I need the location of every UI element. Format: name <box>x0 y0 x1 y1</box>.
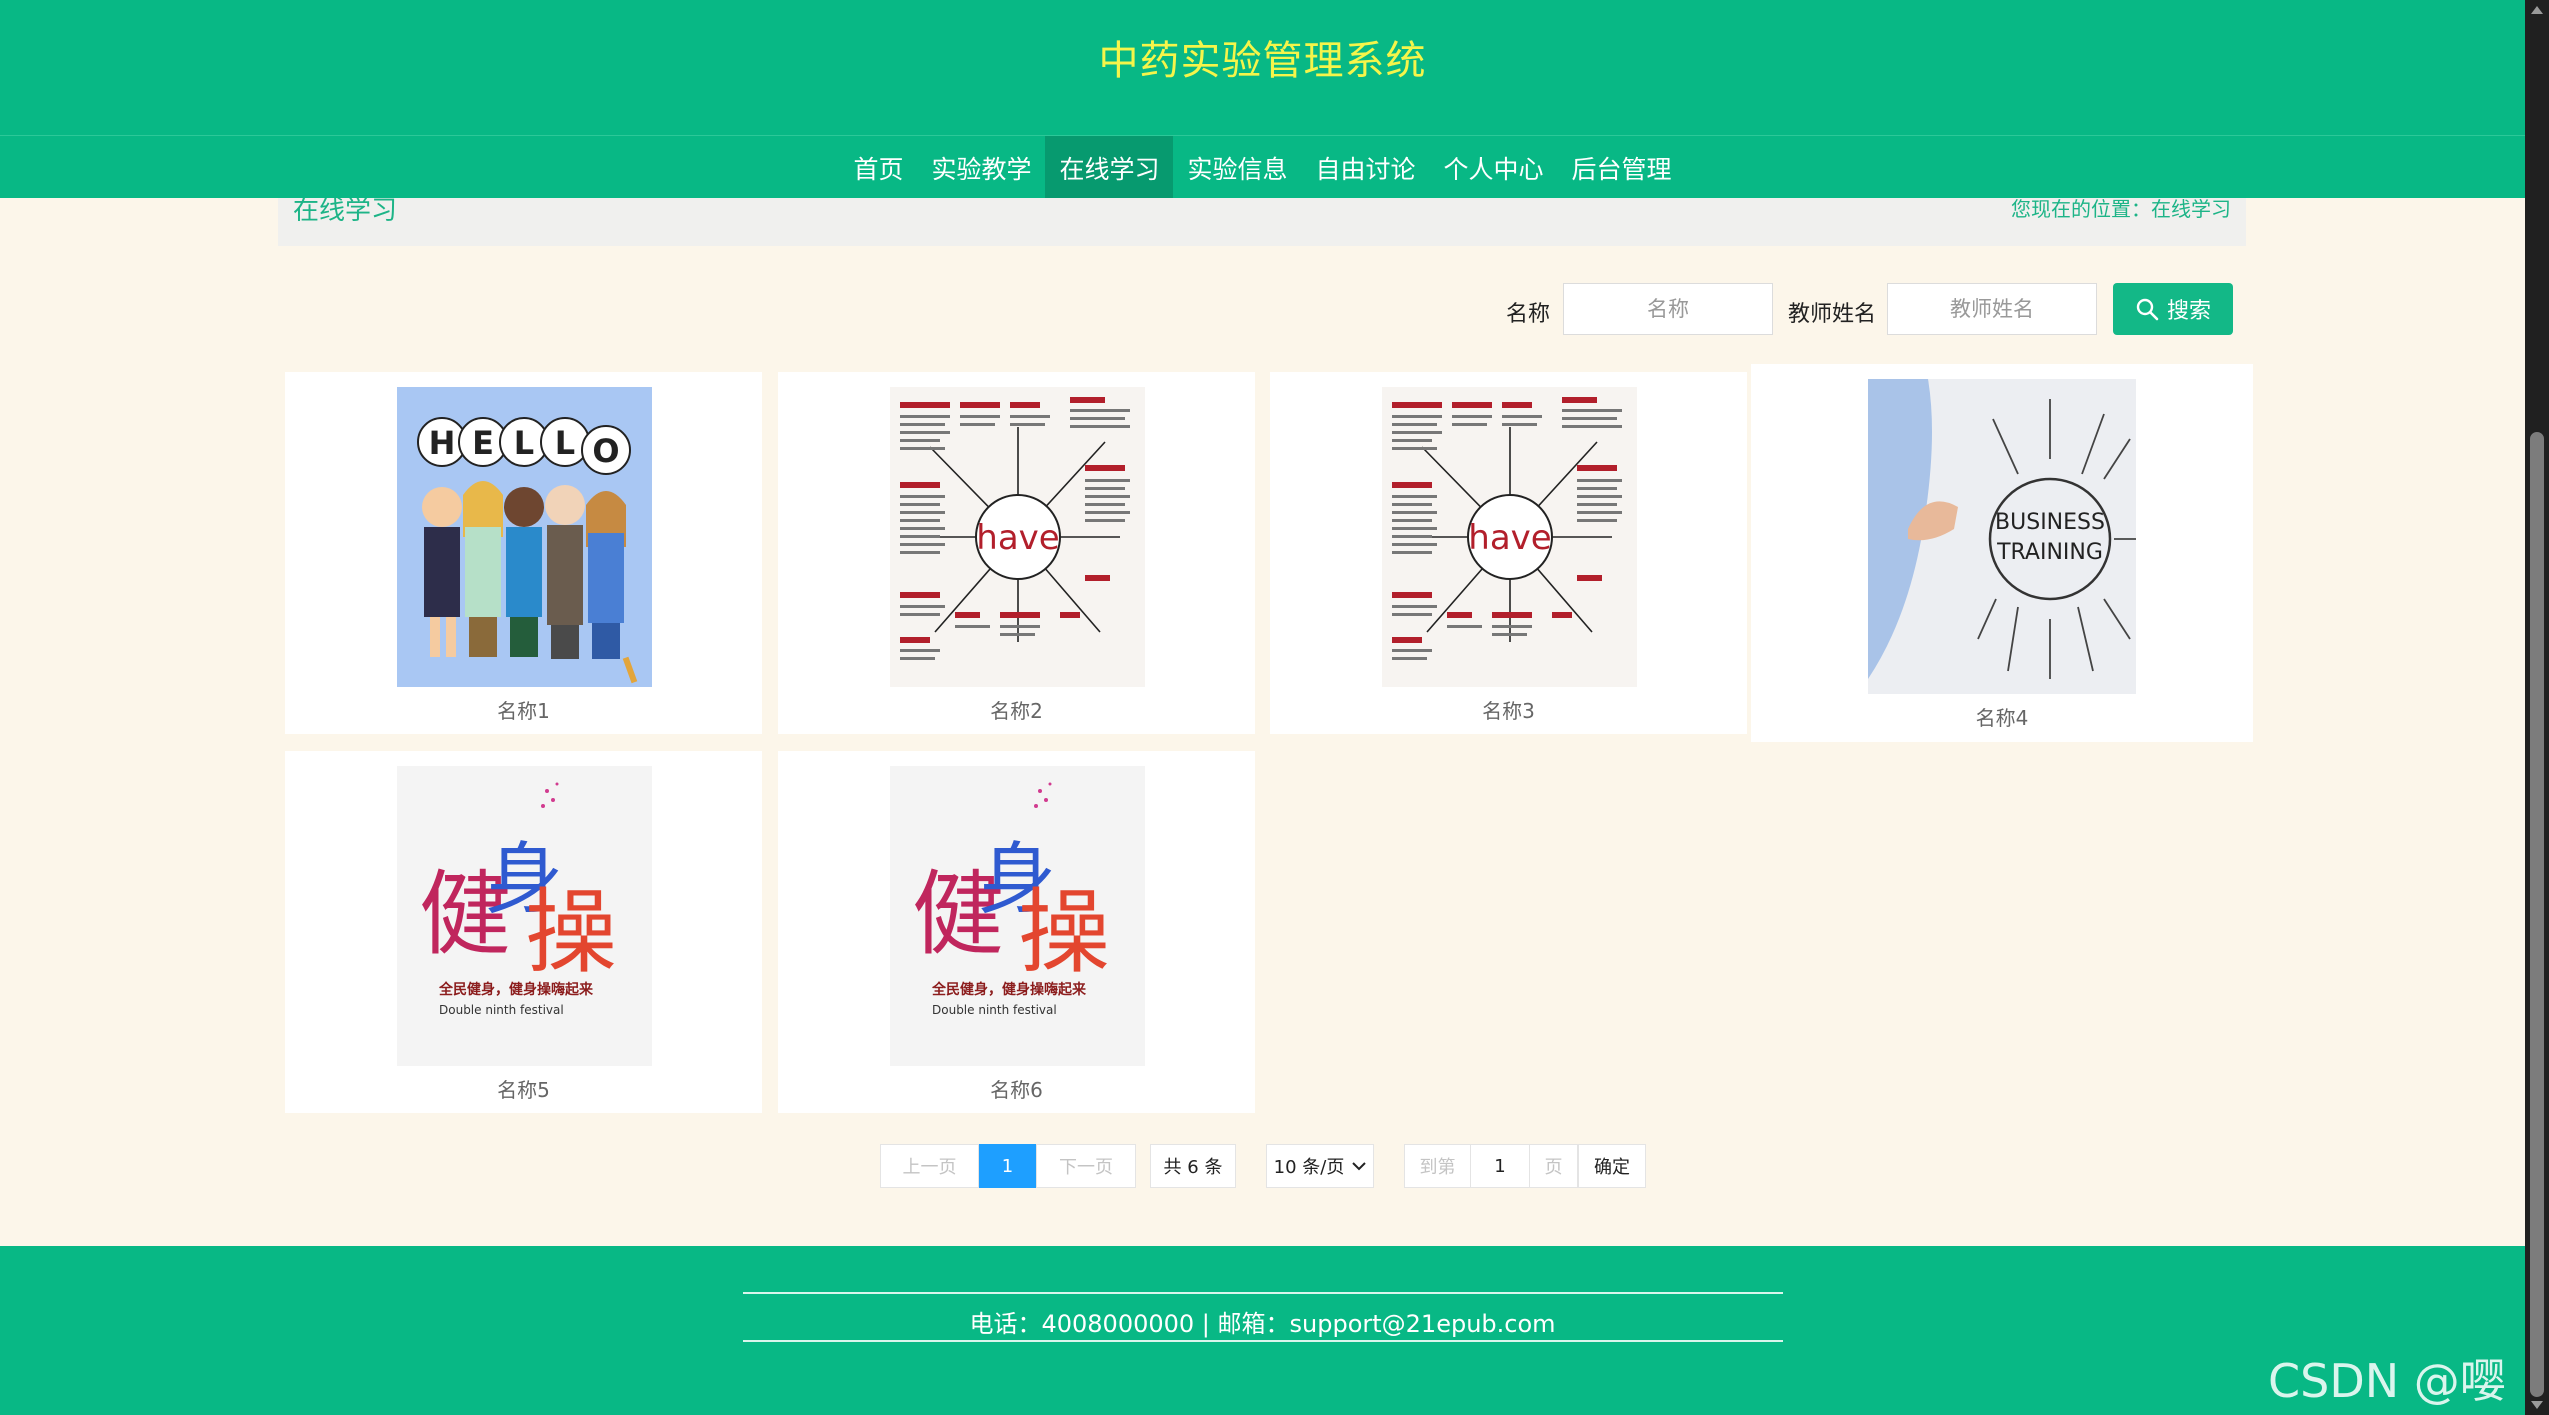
hello-letter-l2: L <box>555 424 575 462</box>
nav-item-admin[interactable]: 后台管理 <box>1558 136 1686 199</box>
business-text: BUSINESS <box>1995 510 2105 535</box>
card-image-have-mindmap[interactable]: have <box>1382 387 1637 687</box>
training-text: TRAINING <box>1996 540 2103 565</box>
goto-page-input[interactable]: 1 <box>1470 1144 1530 1188</box>
hello-letter-e: E <box>472 424 494 462</box>
course-card-2[interactable]: have 名称2 <box>778 372 1255 734</box>
card-image-business-training[interactable]: BUSINESS TRAINING <box>1868 379 2136 694</box>
goto-confirm-button[interactable]: 确定 <box>1578 1144 1646 1188</box>
card-image-jiancao[interactable]: 健 身 操 全民健身，健身操嗨起来 Double ninth festival <box>890 766 1145 1066</box>
total-count: 共 6 条 <box>1150 1144 1236 1188</box>
name-label: 名称 <box>1506 302 1551 327</box>
site-header: 中药实验管理系统 首页 实验教学 在线学习 实验信息 自由讨论 个人中心 后台管… <box>0 0 2525 199</box>
nav-item-personal-center[interactable]: 个人中心 <box>1430 136 1558 199</box>
course-card-6[interactable]: 健 身 操 全民健身，健身操嗨起来 Double ninth festival … <box>778 751 1255 1113</box>
site-title: 中药实验管理系统 <box>1098 38 1427 84</box>
prev-page-button[interactable]: 上一页 <box>880 1144 979 1188</box>
nav-item-home[interactable]: 首页 <box>839 136 917 199</box>
scroll-up-icon[interactable] <box>2531 6 2543 14</box>
search-button[interactable]: 搜索 <box>2113 283 2233 335</box>
hello-letter-o: O <box>592 432 619 470</box>
nav-item-online-learning[interactable]: 在线学习 <box>1045 136 1174 199</box>
course-card-4[interactable]: BUSINESS TRAINING 名称4 <box>1751 364 2253 742</box>
goto-suffix-label: 页 <box>1530 1144 1578 1188</box>
next-page-button[interactable]: 下一页 <box>1036 1144 1136 1188</box>
goto-prefix-label: 到第 <box>1404 1144 1470 1188</box>
card-label-6: 名称6 <box>990 1078 1043 1102</box>
jiancao-english: Double ninth festival <box>932 1003 1057 1017</box>
card-label-1: 名称1 <box>497 699 550 723</box>
page-size-value: 10 条/页 <box>1273 1157 1345 1178</box>
nav-item-free-discussion[interactable]: 自由讨论 <box>1302 136 1430 199</box>
page-scrollbar[interactable] <box>2525 0 2549 1415</box>
card-image-jiancao[interactable]: 健 身 操 全民健身，健身操嗨起来 Double ninth festival <box>397 766 652 1066</box>
course-card-3[interactable]: have 名称3 <box>1270 372 1747 734</box>
jiancao-char-3: 操 <box>525 879 617 986</box>
site-footer: 电话：4008000000 | 邮箱：support@21epub.com <box>0 1246 2525 1415</box>
search-icon <box>2136 298 2159 321</box>
card-image-have-mindmap[interactable]: have <box>890 387 1145 687</box>
nav-item-experiment-info[interactable]: 实验信息 <box>1173 136 1301 199</box>
jiancao-subtitle: 全民健身，健身操嗨起来 <box>438 981 594 998</box>
course-card-5[interactable]: 健 身 操 全民健身，健身操嗨起来 Double ninth festival … <box>285 751 762 1113</box>
jiancao-subtitle: 全民健身，健身操嗨起来 <box>931 981 1087 998</box>
card-image-hello[interactable]: H E L L O <box>397 387 652 687</box>
footer-divider-top <box>743 1292 1783 1294</box>
name-search-input[interactable] <box>1563 283 1773 335</box>
breadcrumb-location: 您现在的位置：在线学习 <box>2011 198 2231 221</box>
card-label-2: 名称2 <box>990 699 1043 723</box>
jiancao-char-3: 操 <box>1018 879 1110 986</box>
card-label-5: 名称5 <box>497 1078 550 1102</box>
page-1-button[interactable]: 1 <box>979 1144 1036 1188</box>
teacher-name-search-input[interactable] <box>1887 283 2097 335</box>
card-label-3: 名称3 <box>1482 699 1535 723</box>
nav-item-experiment-teaching[interactable]: 实验教学 <box>917 136 1045 199</box>
course-card-1[interactable]: H E L L O 名称1 <box>285 372 762 734</box>
scroll-thumb[interactable] <box>2530 432 2544 1397</box>
hello-letter-l1: L <box>514 424 534 462</box>
search-button-label: 搜索 <box>2166 299 2211 324</box>
footer-contact: 电话：4008000000 | 邮箱：support@21epub.com <box>969 1310 1556 1338</box>
footer-divider-bottom <box>743 1340 1783 1342</box>
have-word: have <box>1468 518 1551 558</box>
main-nav: 首页 实验教学 在线学习 实验信息 自由讨论 个人中心 后台管理 <box>0 135 2525 199</box>
page-title: 在线学习 <box>293 198 398 226</box>
watermark: CSDN @嘤er <box>2268 1354 2506 1415</box>
hello-letter-h: H <box>429 424 456 462</box>
teacher-name-label: 教师姓名 <box>1788 302 1877 327</box>
page-size-select[interactable]: 10 条/页 <box>1266 1144 1374 1188</box>
breadcrumb: 在线学习 您现在的位置：在线学习 <box>278 198 2246 246</box>
chevron-down-icon <box>1352 1162 1367 1171</box>
card-label-4: 名称4 <box>1975 706 2029 730</box>
have-word: have <box>976 518 1059 558</box>
jiancao-english: Double ninth festival <box>439 1003 564 1017</box>
